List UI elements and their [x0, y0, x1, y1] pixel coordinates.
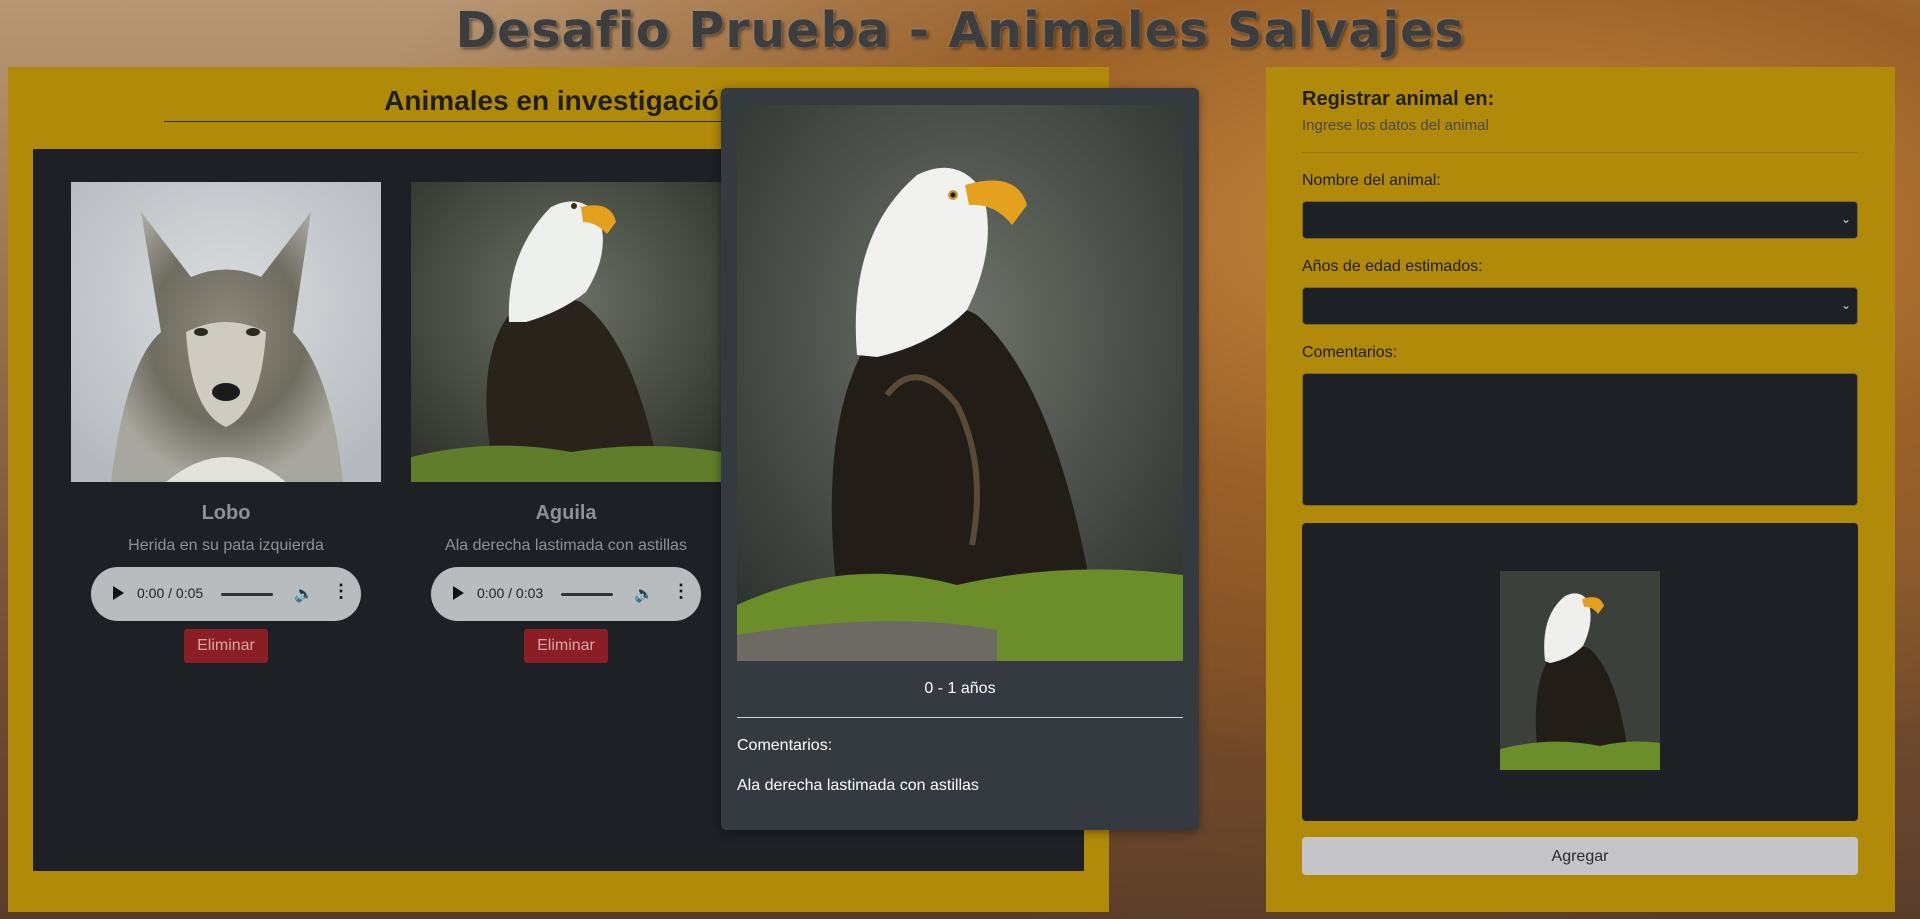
delete-button[interactable]: Eliminar	[524, 629, 608, 663]
more-options-icon[interactable]: ⋮	[672, 581, 690, 602]
animal-card: Aguila Ala derecha lastimada con astilla…	[411, 182, 721, 663]
audio-time: 0:00 / 0:03	[477, 585, 544, 601]
animal-name: Lobo	[201, 502, 251, 524]
animal-description: Herida en su pata izquierda	[128, 537, 324, 554]
animal-description: Ala derecha lastimada con astillas	[445, 537, 687, 554]
audio-progress-track[interactable]	[561, 593, 613, 596]
audio-time: 0:00 / 0:05	[137, 585, 204, 601]
animal-name: Aguila	[535, 502, 597, 524]
form-subtitle: Ingrese los datos del animal	[1302, 117, 1489, 134]
divider	[1302, 152, 1858, 153]
age-label: Años de edad estimados:	[1302, 258, 1483, 275]
animal-card: Lobo Herida en su pata izquierda 0:00 / …	[71, 182, 381, 663]
divider	[737, 717, 1183, 718]
play-icon[interactable]	[453, 586, 464, 600]
chevron-down-icon: ⌄	[1840, 212, 1851, 226]
eagle-image[interactable]	[411, 182, 721, 482]
comments-label: Comentarios:	[737, 737, 833, 754]
volume-icon[interactable]: 🔊	[634, 584, 654, 604]
comments-textarea[interactable]	[1302, 373, 1858, 506]
delete-button[interactable]: Eliminar	[184, 629, 268, 663]
more-options-icon[interactable]: ⋮	[332, 581, 350, 602]
page-title: Desafio Prueba - Animales Salvajes	[455, 2, 1465, 59]
audio-player[interactable]: 0:00 / 0:03 🔊 ⋮	[431, 567, 701, 621]
eagle-image-large	[737, 105, 1183, 661]
audio-progress-track[interactable]	[221, 593, 273, 596]
eagle-preview-image	[1500, 571, 1660, 770]
image-preview	[1302, 523, 1858, 821]
comment-text: Ala derecha lastimada con astillas	[737, 777, 979, 794]
volume-icon[interactable]: 🔊	[294, 584, 314, 604]
name-label: Nombre del animal:	[1302, 172, 1441, 189]
form-title: Registrar animal en:	[1302, 88, 1495, 110]
audio-player[interactable]: 0:00 / 0:05 🔊 ⋮	[91, 567, 361, 621]
chevron-down-icon: ⌄	[1840, 298, 1851, 312]
register-form: Registrar animal en: Ingrese los datos d…	[1266, 67, 1895, 912]
play-icon[interactable]	[113, 586, 124, 600]
wolf-image[interactable]	[71, 182, 381, 482]
animal-detail-modal: 0 - 1 años Comentarios: Ala derecha last…	[721, 88, 1199, 830]
add-button[interactable]: Agregar	[1302, 837, 1858, 875]
animal-name-select[interactable]: ⌄	[1302, 201, 1858, 239]
comments-label: Comentarios:	[1302, 344, 1398, 361]
animal-age: 0 - 1 años	[924, 680, 996, 697]
age-select[interactable]: ⌄	[1302, 287, 1858, 325]
